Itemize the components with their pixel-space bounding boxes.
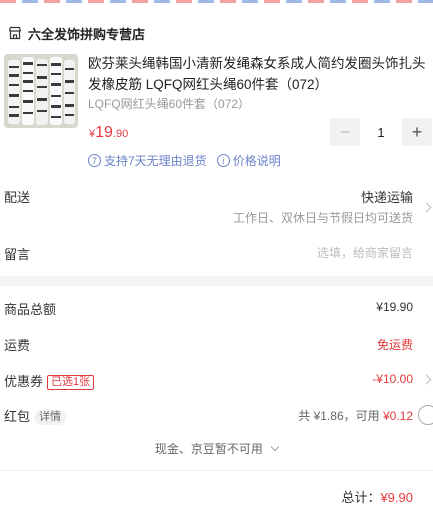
- delivery-time[interactable]: 工作日、双休日与节假日均可送货: [233, 209, 413, 226]
- service-tags[interactable]: 7 支持7天无理由退货 i 价格说明: [88, 152, 281, 169]
- product-spec[interactable]: LQFQ网红头绳60件套（072）: [88, 95, 250, 112]
- product-title[interactable]: 欧芬莱头绳韩国小清新发绳森女系成人简约发圈头饰扎头发橡皮筋 LQFQ网红头绳60…: [88, 53, 428, 95]
- price-decimal: .90: [112, 128, 129, 140]
- shop-header[interactable]: 六全发饰拼购专营店: [8, 23, 145, 43]
- product-thumbnail[interactable]: [4, 54, 78, 128]
- redpacket-info-text: 共 ¥1.86，可用: [298, 409, 380, 423]
- total-value: ¥9.90: [380, 490, 413, 505]
- coupon-row[interactable]: 优惠券 已选1张: [4, 371, 95, 390]
- delivery-label: 配送: [4, 190, 31, 205]
- return-policy-label: 支持7天无理由退货: [104, 154, 207, 168]
- redpacket-row: 红包 详情: [4, 406, 67, 425]
- coupon-chevron-icon[interactable]: [421, 374, 432, 385]
- quantity-stepper: − 1 +: [330, 118, 432, 146]
- price-explanation-label: 价格说明: [232, 154, 281, 168]
- redpacket-value: ¥0.12: [382, 409, 413, 423]
- subtotal-label: 商品总额: [4, 302, 57, 317]
- store-icon: [8, 26, 22, 40]
- total-row: 总计：¥9.90: [341, 487, 413, 506]
- coupon-value[interactable]: -¥10.00: [372, 372, 413, 386]
- shipping-label: 运费: [4, 338, 31, 353]
- redpacket-radio[interactable]: [418, 405, 433, 425]
- shipping-value: 免运费: [376, 338, 413, 352]
- airmail-border: [0, 0, 433, 3]
- cash-note: 现金、京豆暂不可用: [154, 442, 263, 456]
- total-label: 总计：: [341, 490, 381, 505]
- redpacket-label: 红包: [4, 409, 31, 424]
- coupon-selected-badge: 已选1张: [47, 375, 95, 390]
- product-price: ¥ 19 .90: [89, 124, 128, 142]
- message-input[interactable]: 选填，给商家留言: [317, 244, 413, 261]
- subtotal-value: ¥19.90: [376, 300, 413, 314]
- info-icon: i: [216, 154, 230, 167]
- redpacket-info: 共 ¥1.86，可用 ¥0.12: [298, 407, 413, 424]
- quantity-decrease-button[interactable]: −: [330, 118, 360, 146]
- delivery-chevron-icon[interactable]: [421, 202, 432, 213]
- footer-divider: [0, 470, 433, 471]
- chevron-down-icon: [270, 442, 280, 452]
- redpacket-detail-button[interactable]: 详情: [34, 410, 67, 425]
- cash-note-row[interactable]: 现金、京豆暂不可用: [0, 440, 433, 457]
- quantity-increase-button[interactable]: +: [402, 118, 432, 146]
- delivery-method[interactable]: 快递运输: [361, 187, 413, 206]
- section-divider: [0, 276, 433, 286]
- coupon-label: 优惠券: [4, 374, 44, 389]
- quantity-input[interactable]: 1: [360, 118, 402, 146]
- price-integer: 19: [95, 124, 113, 141]
- message-label: 留言: [4, 247, 31, 262]
- seven-day-return-icon: 7: [88, 154, 101, 167]
- shop-name: 六全发饰拼购专营店: [28, 26, 146, 42]
